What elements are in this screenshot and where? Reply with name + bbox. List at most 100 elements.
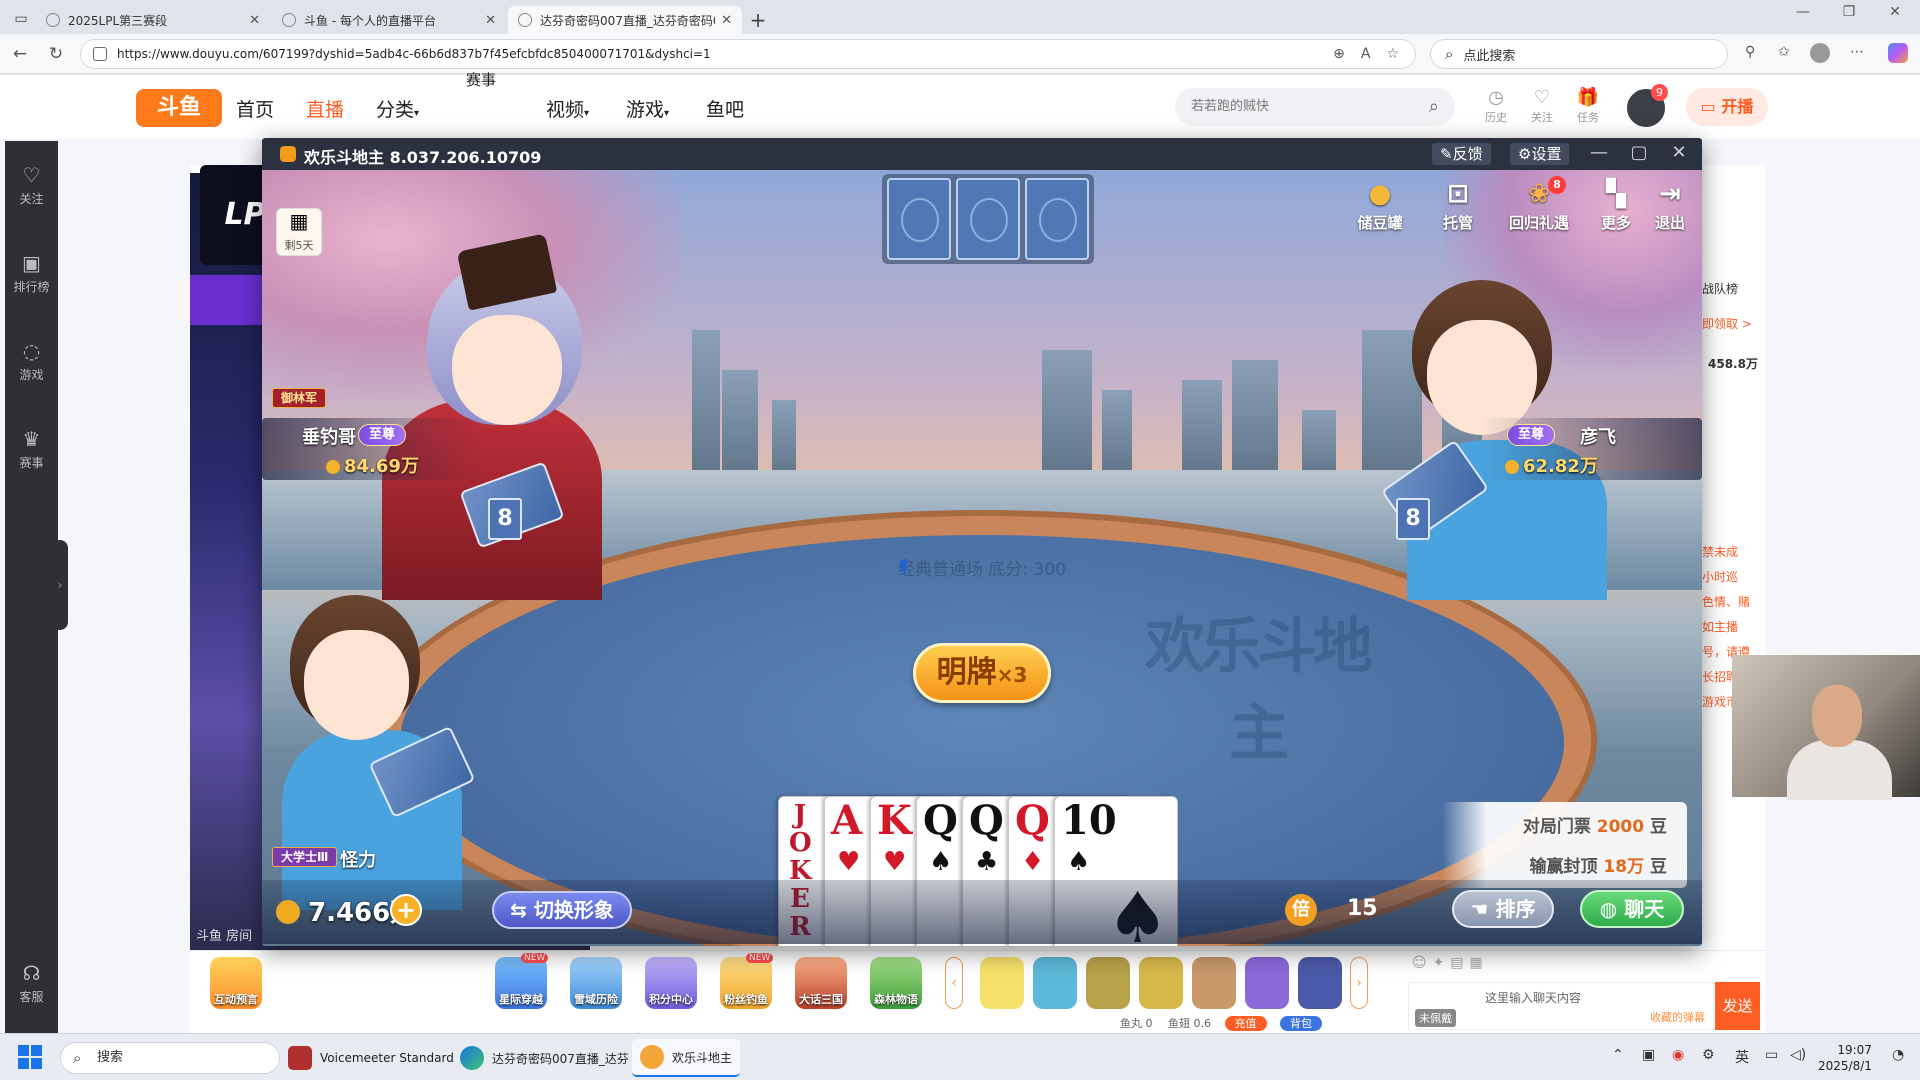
minimize-icon[interactable]: — bbox=[1780, 4, 1826, 20]
gift-item[interactable] bbox=[980, 957, 1024, 1009]
recharge-button[interactable]: 充值 bbox=[1224, 1016, 1267, 1031]
unworn-badge[interactable]: 未佩戴 bbox=[1415, 1009, 1456, 1027]
back-icon[interactable]: ← bbox=[8, 42, 32, 66]
send-button[interactable]: 发送 bbox=[1715, 982, 1760, 1030]
doudizhu-game-window[interactable]: 欢乐斗地主 8.037.206.10709 ✎反馈 ⚙设置 — ▢ ✕ 经典普通… bbox=[262, 138, 1702, 946]
tab-actions-icon[interactable]: ▭ bbox=[6, 4, 36, 34]
follow-button[interactable]: ♡ 关注 bbox=[1524, 87, 1560, 125]
game-chat-button[interactable]: ◍ 聊天 bbox=[1580, 890, 1684, 928]
tray-expand-icon[interactable]: ⌃ bbox=[1612, 1047, 1624, 1063]
search-icon[interactable]: ⌕ bbox=[1429, 88, 1439, 126]
gift-item[interactable] bbox=[1033, 957, 1077, 1009]
url-field[interactable]: https://www.douyu.com/607199?dyshid=5adb… bbox=[80, 39, 1416, 69]
windows-start-icon[interactable] bbox=[18, 1045, 42, 1069]
scroll-right-icon[interactable]: › bbox=[1350, 957, 1368, 1009]
tray-app-icon[interactable]: ▣ bbox=[1642, 1047, 1655, 1063]
browser-tab[interactable]: 2025LPL第三赛段 ✕ bbox=[36, 6, 270, 34]
system-clock[interactable]: 19:07 2025/8/1 bbox=[1818, 1042, 1872, 1074]
sidebar-item-esports[interactable]: ♛ 赛事 bbox=[5, 427, 58, 471]
browser-search-field[interactable]: ⌕ 点此搜索 bbox=[1430, 39, 1728, 69]
game-minimize-icon[interactable]: — bbox=[1584, 142, 1614, 163]
sidebar-item-ranking[interactable]: ▣ 排行榜 bbox=[5, 251, 58, 295]
reload-icon[interactable]: ↻ bbox=[44, 42, 68, 66]
ime-indicator[interactable]: 英 bbox=[1735, 1047, 1749, 1067]
taskbar-app-doudizhu[interactable]: 欢乐斗地主 bbox=[632, 1039, 741, 1077]
favorite-star-icon[interactable]: ☆ bbox=[1386, 46, 1399, 62]
gift-item[interactable] bbox=[1139, 957, 1183, 1009]
close-window-icon[interactable]: ✕ bbox=[1872, 4, 1918, 20]
taskbar-app-edge[interactable]: 达芬奇密码007直播_达芬 bbox=[452, 1039, 637, 1077]
game-item-button[interactable]: 粉丝钓鱼 NEW bbox=[720, 953, 774, 1009]
game-titlebar[interactable]: 欢乐斗地主 8.037.206.10709 ✎反馈 ⚙设置 — ▢ ✕ bbox=[262, 138, 1702, 170]
read-aloud-icon[interactable]: A bbox=[1361, 46, 1371, 62]
gift-item[interactable] bbox=[1086, 957, 1130, 1009]
nav-games[interactable]: 游戏▾ bbox=[626, 95, 669, 122]
volume-icon[interactable]: ◁) bbox=[1790, 1047, 1806, 1063]
game-close-icon[interactable]: ✕ bbox=[1664, 142, 1694, 163]
favorites-icon[interactable]: ✩ bbox=[1778, 44, 1790, 60]
gift-item[interactable] bbox=[1298, 957, 1342, 1009]
gift-item[interactable] bbox=[1245, 957, 1289, 1009]
scroll-left-icon[interactable]: ‹ bbox=[945, 957, 963, 1009]
restore-icon[interactable]: ❐ bbox=[1826, 4, 1872, 20]
network-icon[interactable]: ▭ bbox=[1765, 1047, 1778, 1063]
interactive-predict-button[interactable]: 互动预言 bbox=[210, 957, 262, 1009]
game-item-button[interactable]: 森林物语 bbox=[870, 957, 922, 1009]
more-menu-icon[interactable]: ⋯ bbox=[1850, 44, 1864, 60]
game-item-button[interactable]: 雪域历险 bbox=[570, 957, 622, 1009]
savings-jar-button[interactable]: ● 储豆罐 bbox=[1352, 176, 1408, 233]
new-tab-button[interactable]: + bbox=[744, 6, 772, 34]
sort-button[interactable]: ☚ 排序 bbox=[1452, 890, 1554, 928]
nav-home[interactable]: 首页 bbox=[236, 95, 274, 122]
sidebar-item-games[interactable]: ◌ 游戏 bbox=[5, 339, 58, 383]
add-coins-button[interactable]: + bbox=[390, 894, 422, 926]
copilot-icon[interactable] bbox=[1888, 43, 1908, 63]
browser-tab[interactable]: 斗鱼 - 每个人的直播平台 ✕ bbox=[272, 6, 506, 34]
sidebar-item-service[interactable]: ☊ 客服 bbox=[5, 961, 58, 1005]
extension-icon[interactable]: ⚲ bbox=[1745, 44, 1755, 60]
task-button[interactable]: 🎁 任务 bbox=[1570, 87, 1606, 125]
nav-esports[interactable]: 赛事 bbox=[466, 69, 496, 90]
nav-yuba[interactable]: 鱼吧 bbox=[706, 95, 744, 122]
saved-danmu-link[interactable]: 收藏的弹幕 bbox=[1650, 1009, 1705, 1025]
tray-app-icon[interactable]: ◉ bbox=[1672, 1047, 1684, 1063]
calendar-event-icon[interactable]: ▦ 剩5天 bbox=[276, 208, 322, 256]
nav-live[interactable]: 直播 bbox=[306, 95, 344, 122]
settings-button[interactable]: ⚙设置 bbox=[1510, 143, 1570, 165]
game-item-button[interactable]: 大话三国 bbox=[795, 957, 847, 1009]
more-button[interactable]: ▚ 更多 bbox=[1588, 176, 1644, 233]
gift-item[interactable] bbox=[1192, 957, 1236, 1009]
backpack-button[interactable]: 背包 bbox=[1280, 1016, 1322, 1031]
switch-avatar-button[interactable]: ⇆ 切换形象 bbox=[492, 891, 632, 929]
taskbar-app-label: 欢乐斗地主 bbox=[672, 1050, 733, 1065]
profile-icon[interactable] bbox=[1810, 43, 1830, 63]
claim-link[interactable]: 即领取 > bbox=[1702, 315, 1752, 332]
douyu-search-input[interactable]: 若若跑的贼快 ⌕ bbox=[1175, 88, 1455, 126]
game-item-button[interactable]: 星际穿越 NEW bbox=[495, 953, 549, 1009]
zoom-icon[interactable]: ⊕ bbox=[1333, 46, 1345, 62]
chat-input[interactable]: 未佩戴 这里输入聊天内容 收藏的弹幕 bbox=[1408, 982, 1714, 1030]
exit-button[interactable]: ⇥ 退出 bbox=[1642, 176, 1698, 233]
taskbar-search[interactable]: ⌕ 搜索 bbox=[60, 1042, 280, 1074]
tab-close-icon[interactable]: ✕ bbox=[721, 13, 732, 28]
history-button[interactable]: ◷ 历史 bbox=[1478, 87, 1514, 125]
browser-tab-active[interactable]: 达芬奇密码007直播_达芬奇密码0 ✕ bbox=[508, 6, 742, 34]
show-cards-button[interactable]: 明牌×3 bbox=[913, 643, 1051, 703]
taskbar-app-voicemeeter[interactable]: Voicemeeter Standard bbox=[280, 1039, 462, 1077]
sidebar-item-follow[interactable]: ♡ 关注 bbox=[5, 163, 58, 207]
game-maximize-icon[interactable]: ▢ bbox=[1624, 142, 1654, 163]
sidebar-collapse-handle[interactable]: › bbox=[52, 540, 68, 630]
tab-close-icon[interactable]: ✕ bbox=[249, 13, 260, 28]
douyu-logo[interactable]: 斗鱼 bbox=[136, 89, 222, 127]
tab-close-icon[interactable]: ✕ bbox=[485, 13, 496, 28]
game-item-button[interactable]: 积分中心 bbox=[645, 957, 697, 1009]
feedback-button[interactable]: ✎反馈 bbox=[1432, 143, 1491, 165]
team-rank-label[interactable]: 战队榜 bbox=[1702, 280, 1738, 297]
tray-app-icon[interactable]: ⚙ bbox=[1702, 1047, 1715, 1063]
notification-icon[interactable]: ◔ bbox=[1892, 1047, 1904, 1063]
top-button-label: 储豆罐 bbox=[1357, 214, 1403, 232]
nav-category[interactable]: 分类▾ bbox=[376, 95, 419, 122]
start-broadcast-button[interactable]: ▭ 开播 bbox=[1686, 88, 1768, 126]
auto-play-button[interactable]: ⊡ 托管 bbox=[1430, 176, 1486, 233]
nav-video[interactable]: 视频▾ bbox=[546, 95, 589, 122]
